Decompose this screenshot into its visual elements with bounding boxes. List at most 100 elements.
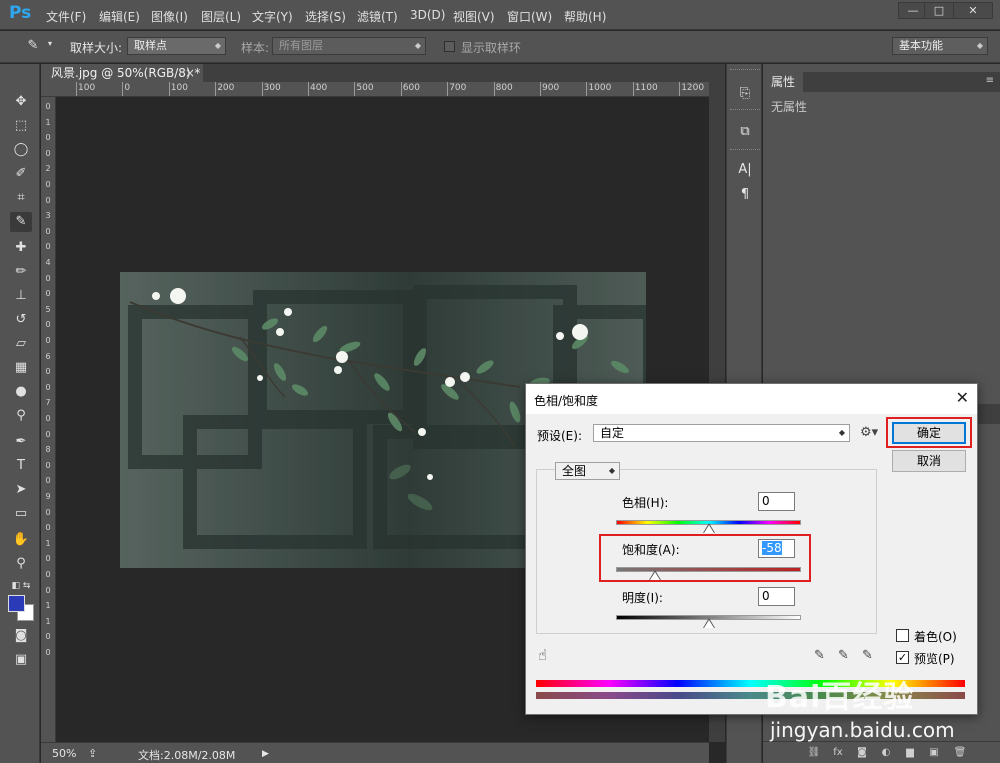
saturation-value: -58 (762, 541, 782, 555)
menu-select[interactable]: 选择(S) (305, 8, 346, 25)
eyedropper-tool-icon[interactable]: ✎ (10, 212, 32, 232)
new-group-icon[interactable]: ▆ (903, 746, 917, 760)
marquee-tool-icon[interactable]: ⬚ (10, 116, 32, 136)
lightness-label: 明度(I): (622, 591, 663, 605)
lightness-input[interactable]: 0 (758, 587, 795, 606)
ruler-label: 5 (45, 304, 51, 314)
panel-grip[interactable] (730, 109, 760, 112)
preset-options-gear-icon[interactable]: ⚙▾ (860, 425, 878, 440)
zoom-level[interactable]: 50% (52, 747, 76, 760)
ruler-tick (400, 82, 402, 96)
shape-tool-icon[interactable]: ▭ (10, 504, 32, 524)
colorize-checkbox[interactable] (896, 629, 909, 642)
brush-tool-icon[interactable]: ✏ (10, 262, 32, 282)
ruler-tick (586, 82, 588, 96)
ruler-label: 0 (45, 226, 51, 236)
hue-saturation-dialog: 色相/饱和度 ✕ 预设(E): 自定 ◆ ⚙▾ 确定 取消 全图 ◆ 色相(H)… (525, 383, 978, 715)
pen-tool-icon[interactable]: ✒ (10, 432, 32, 452)
move-tool-icon[interactable]: ✥ (10, 92, 32, 112)
eyedropper-plus-icon[interactable]: ✎ (838, 648, 849, 663)
ruler-label: 1000 (588, 83, 612, 93)
screen-mode-icon[interactable]: ▣ (10, 650, 32, 670)
panel-menu-icon[interactable]: ≡ (986, 75, 994, 86)
healing-brush-tool-icon[interactable]: ✚ (10, 238, 32, 258)
panel-grip[interactable] (730, 149, 760, 152)
saturation-input[interactable]: -58 (758, 539, 795, 558)
targeted-adjustment-hand-icon[interactable]: ☝ (538, 646, 547, 664)
export-icon[interactable]: ⇪ (88, 747, 97, 760)
layer-mask-icon[interactable]: ◙ (855, 746, 869, 760)
dialog-title: 色相/饱和度 (534, 394, 599, 408)
tab-properties[interactable]: 属性 (763, 72, 803, 92)
preview-checkbox[interactable]: ✓ (896, 651, 909, 664)
foreground-color-swatch[interactable] (8, 595, 25, 612)
menu-layer[interactable]: 图层(L) (201, 8, 241, 25)
menu-view[interactable]: 视图(V) (453, 8, 495, 25)
clone-source-panel-icon[interactable]: ⧉ (735, 122, 755, 142)
menu-window[interactable]: 窗口(W) (507, 8, 552, 25)
baidu-jingyan-watermark-url: jingyan.baidu.com (770, 718, 955, 742)
document-tab[interactable]: 风景.jpg @ 50%(RGB/8) * × (41, 64, 203, 82)
menu-image[interactable]: 图像(I) (151, 8, 188, 25)
blur-tool-icon[interactable]: ● (10, 382, 32, 402)
ruler-label: 0 (45, 476, 51, 486)
zoom-tool-icon[interactable]: ⚲ (10, 554, 32, 574)
lasso-tool-icon[interactable]: ◯ (10, 140, 32, 160)
path-select-tool-icon[interactable]: ➤ (10, 480, 32, 500)
layer-style-icon[interactable]: fx (831, 746, 845, 760)
menu-file[interactable]: 文件(F) (46, 8, 86, 25)
hand-tool-icon[interactable]: ✋ (10, 530, 32, 550)
history-panel-icon[interactable]: ⎘ (735, 84, 755, 104)
paragraph-panel-icon[interactable]: ¶ (735, 185, 755, 205)
menu-3d[interactable]: 3D(D) (410, 8, 445, 22)
eyedropper-icon[interactable]: ✎ (814, 648, 825, 663)
dialog-titlebar[interactable]: 色相/饱和度 ✕ (526, 384, 977, 414)
gradient-tool-icon[interactable]: ▦ (10, 358, 32, 378)
dialog-close-icon[interactable]: ✕ (956, 388, 969, 407)
history-brush-tool-icon[interactable]: ↺ (10, 310, 32, 330)
dodge-tool-icon[interactable]: ⚲ (10, 406, 32, 426)
sample-size-select[interactable]: 取样点 ◆ (127, 37, 226, 55)
quick-select-tool-icon[interactable]: ✐ (10, 164, 32, 184)
ruler-tick (308, 82, 309, 96)
ruler-label: 4 (45, 258, 51, 267)
delete-layer-icon[interactable]: 🗑 (953, 746, 967, 760)
status-menu-arrow-icon[interactable]: ▶ (262, 749, 269, 759)
show-ring-checkbox[interactable] (444, 41, 455, 52)
hue-label: 色相(H): (622, 496, 669, 510)
menu-type[interactable]: 文字(Y) (252, 8, 293, 25)
layers-bottom-bar: ⛓ fx ◙ ◐ ▆ ▣ 🗑 (763, 741, 1000, 763)
preset-select[interactable]: 自定 ◆ (593, 424, 850, 442)
eyedropper-minus-icon[interactable]: ✎ (862, 648, 873, 663)
type-tool-icon[interactable]: T (10, 456, 32, 476)
default-colors-icon[interactable]: ◧ ⇆ (10, 576, 32, 596)
crop-tool-icon[interactable]: ⌗ (10, 188, 32, 208)
close-tab-icon[interactable]: × (185, 64, 195, 82)
preset-dropdown-arrow-icon[interactable]: ▾ (48, 39, 52, 48)
workspace-select[interactable]: 基本功能 ◆ (892, 37, 988, 55)
panel-grip[interactable] (730, 69, 760, 72)
quick-mask-icon[interactable]: ◙ (10, 626, 32, 646)
sample-size-value: 取样点 (134, 39, 167, 52)
saturation-slider-track[interactable] (616, 567, 801, 572)
sample-label: 样本: (241, 41, 270, 55)
menu-help[interactable]: 帮助(H) (564, 8, 606, 25)
menu-edit[interactable]: 编辑(E) (99, 8, 140, 25)
channel-select[interactable]: 全图 ◆ (555, 462, 620, 480)
ruler-label: 700 (449, 83, 467, 93)
sample-select[interactable]: 所有图层 ◆ (272, 37, 426, 55)
restore-button[interactable]: □ (924, 2, 954, 19)
new-layer-icon[interactable]: ▣ (927, 746, 941, 760)
hue-input[interactable]: 0 (758, 492, 795, 511)
link-layers-icon[interactable]: ⛓ (807, 746, 821, 760)
clone-stamp-tool-icon[interactable]: ⊥ (10, 286, 32, 306)
close-window-button[interactable]: ✕ (953, 2, 993, 19)
ok-button[interactable]: 确定 (892, 422, 966, 444)
menu-filter[interactable]: 滤镜(T) (357, 8, 398, 25)
cancel-button[interactable]: 取消 (892, 450, 966, 472)
character-panel-icon[interactable]: A| (735, 160, 755, 180)
preset-value: 自定 (600, 426, 625, 440)
eraser-tool-icon[interactable]: ▱ (10, 334, 32, 354)
adjustment-layer-icon[interactable]: ◐ (879, 746, 893, 760)
eyedropper-preset-icon[interactable]: ✎ (22, 36, 44, 56)
